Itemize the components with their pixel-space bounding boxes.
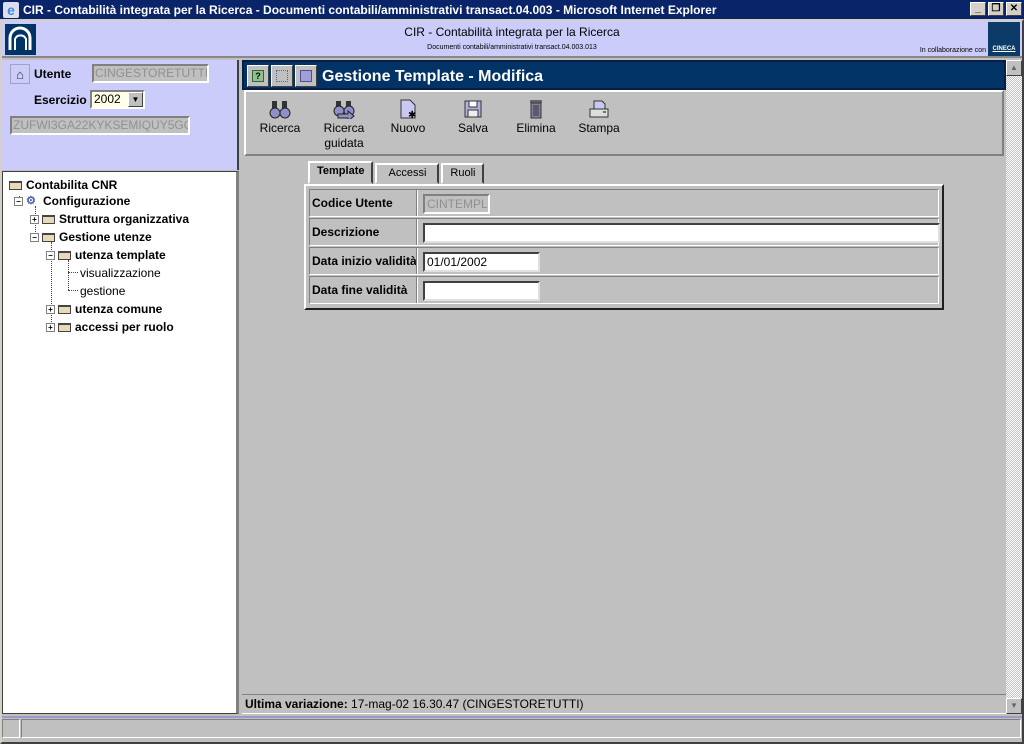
printer-icon	[576, 98, 622, 120]
status-line: Ultima variazione: 17-mag-02 16.30.47 (C…	[242, 694, 1006, 714]
salva-button[interactable]: Salva	[454, 98, 492, 136]
help-button[interactable]: ?	[247, 65, 269, 87]
ricerca-guidata-button[interactable]: Ricerca guidata	[320, 98, 368, 151]
browser-status-bar	[2, 716, 1022, 738]
expand-icon[interactable]: +	[46, 304, 55, 314]
descrizione-label: Descrizione	[312, 219, 418, 245]
window-title: CIR - Contabilità integrata per la Ricer…	[23, 2, 717, 17]
page-title: Gestione Template - Modifica	[322, 68, 544, 85]
status-pane-text	[21, 719, 1021, 738]
last-change-value: 17-mag-02 16.30.47 (CINGESTORETUTTI)	[347, 697, 584, 711]
descrizione-input[interactable]	[423, 223, 940, 243]
close-button[interactable]: ✕	[1006, 2, 1022, 16]
codice-utente-label: Codice Utente	[312, 190, 418, 216]
config-icon: ⚙	[26, 195, 36, 207]
scroll-down-button[interactable]: ▼	[1006, 698, 1022, 714]
app-subtitle: Documenti contabili/amministrativi trans…	[427, 44, 597, 51]
collapse-icon[interactable]: −	[14, 196, 23, 206]
data-inizio-label: Data inizio validità	[312, 248, 418, 274]
app-header: CIR - Contabilità integrata per la Ricer…	[2, 21, 1022, 58]
navigation-tree: Contabilita CNR − ⚙ Configurazione + Strutt…	[2, 171, 239, 714]
binoculars-icon	[258, 98, 302, 120]
tab-ruoli[interactable]: Ruoli	[441, 163, 485, 184]
esercizio-value: 2002	[94, 92, 121, 106]
cineca-logo: CINECA	[988, 22, 1020, 56]
tree-node-utenza-template[interactable]: − utenza template	[46, 248, 166, 262]
codice-utente-field: CINTEMPL	[423, 194, 490, 214]
form-row-fine: Data fine validità	[309, 276, 939, 304]
user-panel: ⌂ Utente CINGESTORETUTTI Esercizio 2002 …	[2, 60, 239, 170]
last-change-label: Ultima variazione:	[245, 697, 348, 711]
tree-line	[68, 290, 78, 291]
elimina-button[interactable]: Elimina	[514, 98, 558, 136]
window-titlebar: e CIR - Contabilità integrata per la Ric…	[0, 0, 1024, 19]
trash-icon	[514, 98, 558, 120]
folder-open-icon	[9, 180, 22, 190]
collapse-icon[interactable]: −	[46, 250, 55, 260]
tree-node-utenza-comune[interactable]: + utenza comune	[46, 302, 162, 316]
folder-icon	[58, 322, 71, 332]
tree-line	[68, 272, 78, 273]
utente-label: Utente	[34, 67, 72, 81]
folder-icon	[58, 304, 71, 314]
ie-icon: e	[3, 1, 19, 18]
panel-icon	[300, 70, 312, 82]
home-icon: ⌂	[16, 66, 24, 82]
home-button[interactable]: ⌂	[10, 64, 30, 84]
status-pane-icon	[2, 719, 20, 738]
utente-field: CINGESTORETUTTI	[92, 64, 209, 83]
collab-text: In collaborazione con	[919, 47, 986, 54]
ricerca-button[interactable]: Ricerca	[258, 98, 302, 136]
tree-node-gestione-utenze[interactable]: − Gestione utenze	[30, 230, 152, 244]
tree-node-root[interactable]: Contabilita CNR	[9, 178, 117, 192]
folder-open-icon	[42, 232, 55, 242]
scroll-up-button[interactable]: ▲	[1006, 60, 1022, 76]
restore-button[interactable]: ❐	[988, 2, 1004, 16]
tree-node-accessi-ruolo[interactable]: + accessi per ruolo	[46, 320, 174, 334]
guided-search-icon	[320, 98, 368, 120]
stampa-button[interactable]: Stampa	[576, 98, 622, 136]
esercizio-select[interactable]: 2002 ▼	[90, 90, 145, 109]
toolbar: Ricerca Ricerca guidata ✱ Nuovo Salva El…	[244, 90, 1004, 156]
tab-template[interactable]: Template	[308, 161, 374, 184]
tab-bar: Template Accessi Ruoli	[308, 161, 486, 185]
data-inizio-input[interactable]: 01/01/2002	[423, 252, 540, 272]
nuovo-button[interactable]: ✱ Nuovo	[388, 98, 428, 136]
maximize-panel-button[interactable]	[295, 65, 317, 87]
form-row-codice: Codice Utente CINTEMPL	[309, 189, 939, 217]
expand-icon[interactable]: +	[46, 322, 55, 332]
data-fine-label: Data fine validità	[312, 277, 418, 303]
tree-node-gestione[interactable]: gestione	[80, 284, 125, 298]
esercizio-label: Esercizio	[34, 93, 87, 107]
help-icon: ?	[252, 70, 264, 82]
minimize-button[interactable]: _	[970, 2, 986, 16]
folder-icon	[42, 214, 55, 224]
new-document-icon: ✱	[388, 98, 428, 120]
collapse-icon[interactable]: −	[30, 232, 39, 242]
app-title: CIR - Contabilità integrata per la Ricer…	[404, 25, 620, 39]
frame-icon	[276, 70, 288, 82]
tab-accessi[interactable]: Accessi	[375, 163, 440, 184]
chevron-down-icon[interactable]: ▼	[128, 92, 143, 107]
form-row-inizio: Data inizio validità 01/01/2002	[309, 247, 939, 275]
tree-node-configurazione[interactable]: − ⚙ Configurazione	[14, 194, 130, 208]
tree-node-visualizzazione[interactable]: visualizzazione	[80, 266, 161, 280]
session-code-field: ZUFWI3GA22KYKSEMIQUY5GQ	[10, 116, 190, 135]
window-mode-button[interactable]	[271, 65, 293, 87]
svg-text:✱: ✱	[408, 110, 416, 119]
floppy-disk-icon	[454, 98, 492, 120]
folder-open-icon	[58, 250, 71, 260]
tree-node-struttura[interactable]: + Struttura organizzativa	[30, 212, 189, 226]
expand-icon[interactable]: +	[30, 214, 39, 224]
main-title-bar: ? Gestione Template - Modifica	[242, 60, 1006, 90]
vertical-scrollbar[interactable]: ▲ ▼	[1006, 60, 1022, 714]
template-form: Codice Utente CINTEMPL Descrizione Data …	[304, 184, 944, 310]
main-panel: ? Gestione Template - Modifica Ricerca R…	[242, 60, 1006, 714]
tree-line	[68, 260, 69, 290]
data-fine-input[interactable]	[423, 281, 540, 301]
form-row-descrizione: Descrizione	[309, 218, 940, 246]
